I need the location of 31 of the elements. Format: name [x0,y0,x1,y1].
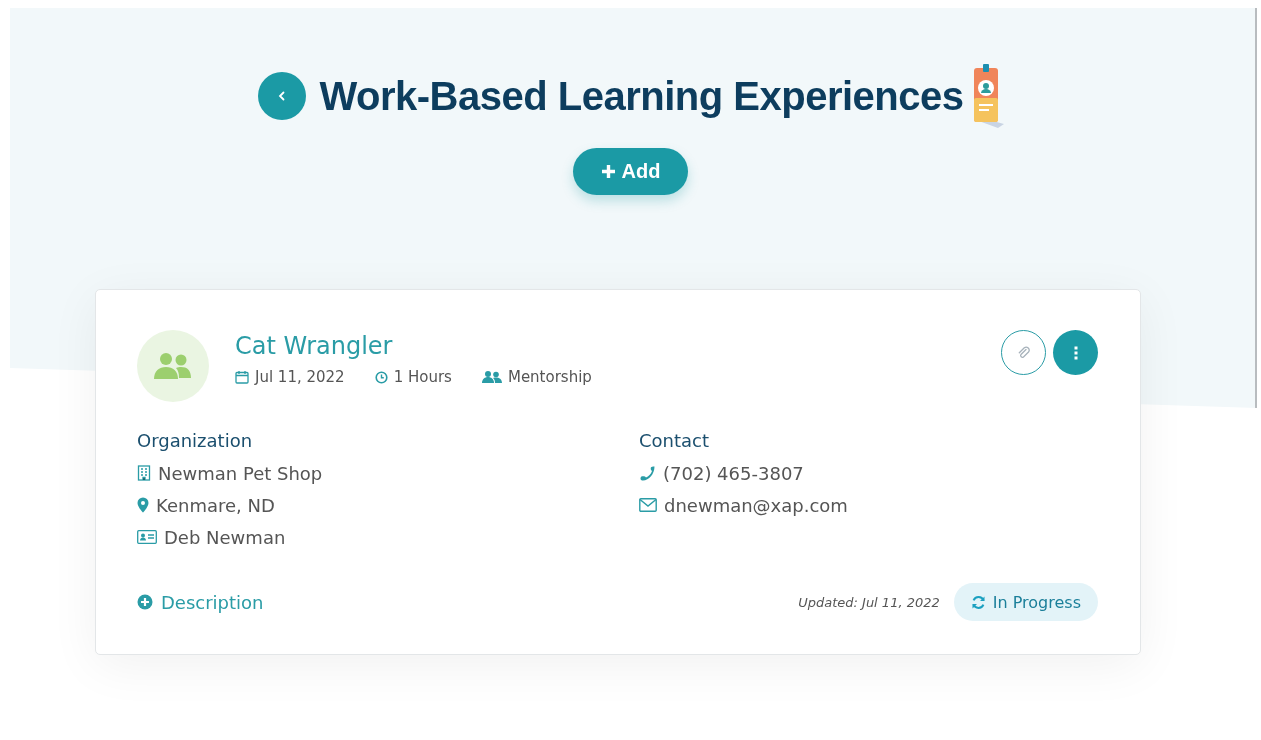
description-link[interactable]: Description [137,591,264,613]
add-button[interactable]: Add [572,148,689,195]
plus-icon [600,164,616,179]
detail-text: dnewman@xap.com [664,494,848,516]
updated-date: Updated: Jul 11, 2022 [798,594,940,610]
calendar-icon [235,370,249,384]
id-card-icon [137,530,157,544]
plus-circle-icon [137,594,153,610]
section-heading: Organization [137,430,254,451]
location-pin-icon [137,497,149,513]
building-icon [137,465,151,481]
phone-icon [639,464,656,482]
mail-icon [639,498,657,512]
detail-text: Newman Pet Shop [158,462,323,484]
section-heading: Contact [639,430,711,451]
detail-text: (702) 465-3807 [663,462,804,484]
page-title: Work-Based Learning Experiences [319,73,964,119]
refresh-icon [970,594,986,610]
more-icon [1073,345,1078,360]
meta-text: Jul 11, 2022 [255,368,345,386]
detail-text: Deb Newman [164,526,286,548]
detail-text: Kenmare, ND [156,494,275,516]
attachment-button[interactable] [1001,330,1046,375]
meta-text: 1 Hours [393,368,452,386]
clock-icon [374,370,388,384]
paperclip-icon [1016,345,1031,360]
status-badge: In Progress [953,583,1098,621]
more-options-button[interactable] [1053,330,1098,375]
users-icon [481,370,502,384]
experience-title[interactable]: Cat Wrangler [235,332,1001,360]
meta-text: Mentorship [507,368,592,386]
